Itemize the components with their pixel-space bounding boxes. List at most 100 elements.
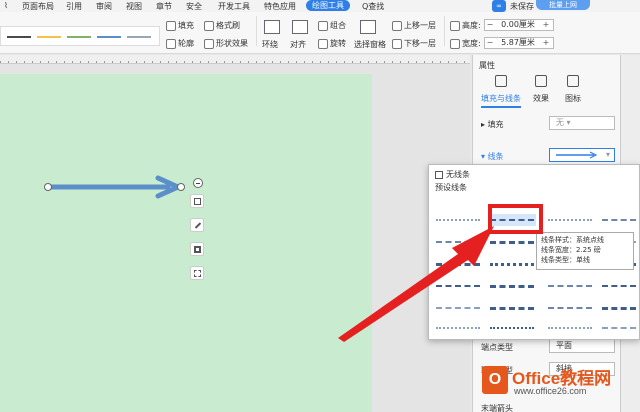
- tab-view[interactable]: 视图: [126, 1, 142, 12]
- tab-fill-line[interactable]: 填充与线条: [481, 93, 521, 108]
- send-backward-button[interactable]: 下移一层: [392, 38, 436, 49]
- fill-line-icon[interactable]: [495, 75, 507, 87]
- unsaved-status: 未保存: [510, 2, 534, 11]
- style-swatch[interactable]: [67, 36, 91, 38]
- line-style-option[interactable]: [546, 322, 594, 334]
- pen-icon[interactable]: [190, 218, 204, 232]
- tab-shape[interactable]: 图标: [565, 93, 581, 104]
- line-style-option[interactable]: [546, 214, 594, 226]
- layout-options-icon[interactable]: [190, 194, 204, 208]
- line-style-preview: [602, 307, 636, 310]
- watermark-url: www.office26.com: [514, 386, 587, 396]
- height-field[interactable]: −0.00厘米 +: [484, 19, 554, 31]
- line-style-preview: [602, 219, 636, 221]
- line-style-preview: [548, 285, 592, 287]
- tab-review[interactable]: 审阅: [96, 1, 112, 12]
- format-painter-button[interactable]: 格式刷: [204, 20, 240, 31]
- outline-button[interactable]: 轮廓: [166, 38, 194, 49]
- tab-developer[interactable]: 开发工具: [218, 1, 250, 12]
- ribbon-toolbar: 填充 格式刷 轮廓 形状效果 环绕 对齐 组合 旋转 选择窗格 上移一层 下移一…: [0, 12, 640, 54]
- line-style-tooltip: 线条样式：系统点线 线条宽度：2.25 磅 线条类型：单线: [536, 232, 634, 270]
- horizontal-ruler[interactable]: [0, 55, 470, 64]
- tab-drawing-tools[interactable]: 绘图工具: [306, 0, 350, 11]
- arrow-shape[interactable]: [40, 175, 190, 199]
- group-button[interactable]: 组合: [318, 20, 346, 31]
- tab-page-layout[interactable]: 页面布局: [22, 1, 54, 12]
- selection-pane-icon[interactable]: [360, 20, 376, 34]
- height-icon: [450, 20, 460, 31]
- line-style-preview: [602, 285, 636, 287]
- tab-effect[interactable]: 效果: [533, 93, 549, 104]
- minus-icon[interactable]: −: [485, 38, 495, 48]
- line-section[interactable]: ▾ 线条: [481, 151, 504, 162]
- tab-special[interactable]: 特色应用: [264, 1, 296, 12]
- width-icon: [450, 38, 460, 49]
- minus-icon[interactable]: −: [485, 20, 495, 30]
- tab-chapter[interactable]: 章节: [156, 1, 172, 12]
- shape-effect-button[interactable]: 形状效果: [204, 38, 248, 49]
- office-logo: O: [482, 366, 508, 394]
- menu-cut-icon[interactable]: ⌇: [4, 1, 8, 10]
- fill-icon: [166, 20, 176, 31]
- plus-icon[interactable]: +: [541, 38, 551, 48]
- panel-title: 属性: [479, 61, 495, 70]
- chevron-down-icon: ▾: [605, 150, 610, 159]
- divider: [256, 16, 257, 46]
- red-arrow-shape: [338, 226, 494, 342]
- end-type-label: 端点类型: [481, 343, 513, 352]
- line-style-option[interactable]: [600, 322, 638, 334]
- end-handle[interactable]: [177, 183, 185, 191]
- bring-forward-button[interactable]: 上移一层: [392, 20, 436, 31]
- fill-select[interactable]: 无 ▾: [549, 116, 615, 130]
- align-button[interactable]: 对齐: [290, 39, 306, 50]
- line-style-option[interactable]: [600, 302, 638, 314]
- outline-style-icon[interactable]: [190, 242, 204, 256]
- line-style-preview: [602, 327, 636, 329]
- style-swatch[interactable]: [127, 36, 151, 38]
- rotate-button[interactable]: 旋转: [318, 38, 346, 49]
- style-swatch[interactable]: [97, 36, 121, 38]
- line-style-select[interactable]: ▾: [549, 148, 615, 162]
- preset-lines-label: 预设线条: [435, 183, 467, 192]
- shape-icon[interactable]: [567, 75, 579, 87]
- collapse-icon[interactable]: [193, 178, 203, 188]
- effect-icon[interactable]: [535, 75, 547, 87]
- wrap-icon[interactable]: [264, 20, 280, 34]
- tab-security[interactable]: 安全: [186, 1, 202, 12]
- fill-button[interactable]: 填充: [166, 20, 194, 31]
- bring-forward-icon: [392, 20, 402, 31]
- effect-icon: [204, 38, 214, 49]
- style-swatch[interactable]: [37, 36, 61, 38]
- document-page[interactable]: [0, 74, 372, 412]
- rotate-icon: [318, 38, 328, 49]
- divider: [444, 16, 445, 46]
- style-swatch[interactable]: [7, 36, 31, 38]
- line-style-option[interactable]: [546, 302, 594, 314]
- width-label: 宽度:: [450, 38, 481, 49]
- tab-references[interactable]: 引用: [66, 1, 82, 12]
- line-style-preview: [436, 219, 480, 221]
- send-backward-icon: [392, 38, 402, 49]
- line-style-option[interactable]: [600, 214, 638, 226]
- plus-icon[interactable]: +: [541, 20, 551, 30]
- cloud-button[interactable]: 批量上网: [536, 0, 590, 10]
- start-handle[interactable]: [44, 183, 52, 191]
- end-type-select[interactable]: 平面: [549, 339, 615, 353]
- line-preview: [556, 151, 598, 159]
- crop-icon[interactable]: [190, 266, 204, 280]
- no-line-icon: [435, 170, 443, 179]
- user-avatar-icon[interactable]: ∞: [492, 0, 506, 12]
- wrap-button[interactable]: 环绕: [262, 39, 278, 50]
- align-icon[interactable]: [292, 20, 308, 34]
- line-style-option[interactable]: [600, 280, 638, 292]
- fill-section[interactable]: ▸ 填充: [481, 119, 504, 130]
- search-button[interactable]: Q查找: [362, 1, 384, 12]
- group-icon: [318, 20, 328, 31]
- no-line-option[interactable]: 无线条: [435, 169, 470, 180]
- menu-bar: ⌇ 页面布局 引用 审阅 视图 章节 安全 开发工具 特色应用 绘图工具 Q查找…: [0, 0, 640, 12]
- line-style-preview: [548, 219, 592, 221]
- line-style-option[interactable]: [546, 280, 594, 292]
- selection-pane-button[interactable]: 选择窗格: [354, 39, 386, 50]
- width-field[interactable]: −5.87厘米 +: [484, 37, 554, 49]
- shape-style-gallery[interactable]: [0, 26, 160, 46]
